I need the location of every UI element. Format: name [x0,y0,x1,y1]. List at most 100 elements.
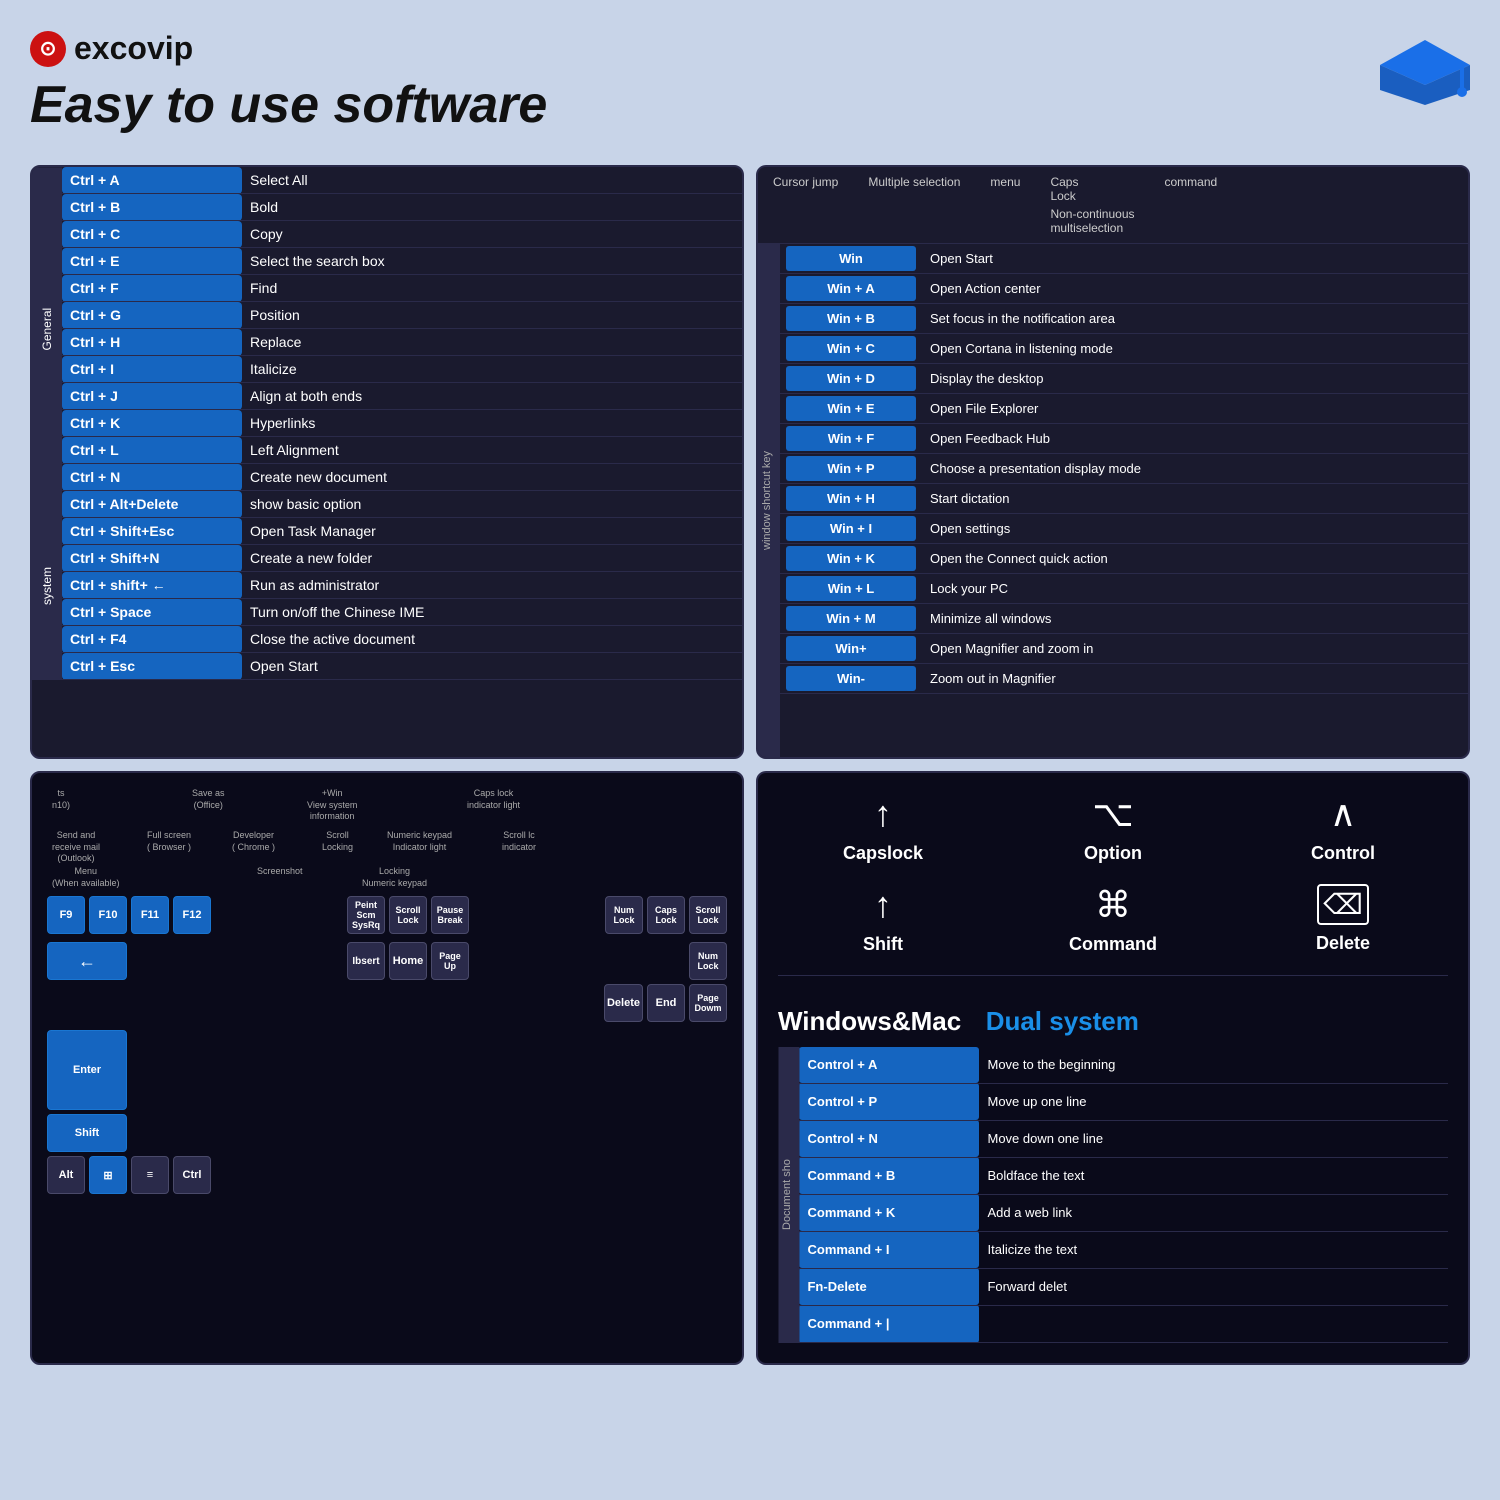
kb-label-win-view: +WinView systeminformation [307,788,357,823]
shortcut-desc: Close the active document [242,626,742,653]
windows-shortcut-panel: Cursor jump Multiple selection menu Caps… [756,165,1470,759]
key-page-down[interactable]: PageDowm [689,984,727,1022]
key-ctrl[interactable]: Ctrl [173,1156,211,1194]
shortcut-key: Ctrl + shift+ ← [62,572,242,599]
shortcut-key: Ctrl + F4 [62,626,242,653]
dual-desc: Italicize the text [979,1231,1448,1268]
win-shortcuts-container: window shortcut key Win Open Start Win +… [758,244,1468,757]
shortcut-row: system Ctrl + Alt+Delete show basic opti… [32,491,742,518]
shortcut-desc: Create new document [242,464,742,491]
mac-key-delete: ⌫ Delete [1238,884,1448,955]
key-win[interactable]: ⊞ [89,1156,127,1194]
shortcut-row: Ctrl + Shift+Esc Open Task Manager [32,518,742,545]
graduation-icon [1380,30,1470,120]
win-key: Win + C [786,336,916,361]
command-symbol: ⌘ [1095,884,1131,926]
shortcut-row: Ctrl + K Hyperlinks [32,410,742,437]
general-section-label: General [32,167,62,491]
key-num-lock2[interactable]: NumLock [689,942,727,980]
dual-desc: Boldface the text [979,1157,1448,1194]
key-caps-lock2[interactable]: CapsLock [647,896,685,934]
shortcut-key: Ctrl + Esc [62,653,242,680]
control-symbol: ∧ [1330,793,1356,835]
shortcut-key: Ctrl + Space [62,599,242,626]
shortcut-row: Ctrl + Esc Open Start [32,653,742,680]
win-desc: Lock your PC [922,576,1468,601]
key-home[interactable]: Home [389,942,427,980]
fn-key-row: F9 F10 F11 F12 PeintScmSysRq ScrollLock … [47,896,727,934]
shortcut-row: Ctrl + Shift+N Create a new folder [32,545,742,572]
dual-desc: Add a web link [979,1194,1448,1231]
win-key: Win + A [786,276,916,301]
win-desc: Open Action center [922,276,1468,301]
command-label: command [1165,175,1218,189]
multiple-selection-label: Multiple selection [868,175,960,189]
key-print-screen[interactable]: PeintScmSysRq [347,896,385,934]
enter-shift-row: Enter [47,1030,727,1110]
win-shortcut-row: Win + F Open Feedback Hub [780,424,1468,454]
shift-symbol: ↑ [874,884,892,926]
shortcut-desc: Select the search box [242,248,742,275]
key-scroll-lock[interactable]: ScrollLock [389,896,427,934]
nav-row-1: ← Ibsert Home PageUp NumLock [47,942,727,980]
shortcut-row: Ctrl + I Italicize [32,356,742,383]
kb-label-mail: Send andreceive mail(Outlook) [52,830,100,865]
win-shortcut-row: Win + H Start dictation [780,484,1468,514]
key-delete[interactable]: Delete [604,984,643,1022]
key-num-lock[interactable]: NumLock [605,896,643,934]
win-key: Win + D [786,366,916,391]
capslock-symbol: ↑ [874,793,892,835]
kb-label-screenshot: Screenshot [257,866,303,878]
dual-system-text: Dual system [986,1006,1139,1036]
logo-row: ⊙ excovip [30,30,547,67]
key-insert[interactable]: Ibsert [347,942,385,980]
key-alt[interactable]: Alt [47,1156,85,1194]
mac-key-command: ⌘ Command [1008,884,1218,955]
dual-key: Command + | [799,1305,979,1342]
key-backspace[interactable]: ← [47,942,127,980]
shortcut-key: Ctrl + C [62,221,242,248]
mac-keys-section: ↑ Capslock ⌥ Option ∧ Control ↑ Shift ⌘ [778,793,1448,976]
shortcut-key: Ctrl + Shift+N [62,545,242,572]
kb-top-labels-area: tsn10) Save as(Office) +WinView systemin… [47,788,727,888]
win-shortcut-row: Win + P Choose a presentation display mo… [780,454,1468,484]
key-enter[interactable]: Enter [47,1030,127,1110]
general-system-panel: General Ctrl + A Select All Ctrl + B Bol… [30,165,744,759]
shortcut-key: Ctrl + I [62,356,242,383]
key-shift[interactable]: Shift [47,1114,127,1152]
win-desc: Zoom out in Magnifier [922,666,1468,691]
shortcut-desc: Position [242,302,742,329]
command-label: Command [1069,934,1157,955]
dual-shortcut-row: Command + K Add a web link [799,1194,1448,1231]
shortcut-desc: Hyperlinks [242,410,742,437]
win-desc: Open Feedback Hub [922,426,1468,451]
nav-row-2: Delete End PageDowm [47,984,727,1022]
shortcut-desc: Run as administrator [242,572,742,599]
key-end[interactable]: End [647,984,685,1022]
key-menu[interactable]: ≡ [131,1156,169,1194]
shortcut-row: Ctrl + B Bold [32,194,742,221]
key-scroll-lock2[interactable]: ScrollLock [689,896,727,934]
win-shortcut-row: Win + A Open Action center [780,274,1468,304]
shortcut-key: Ctrl + Shift+Esc [62,518,242,545]
dual-desc: Move up one line [979,1083,1448,1120]
key-pause-break[interactable]: PauseBreak [431,896,469,934]
shortcut-desc: Replace [242,329,742,356]
shortcut-desc: Italicize [242,356,742,383]
key-f11[interactable]: F11 [131,896,169,934]
logo-text: excovip [74,30,193,67]
key-f12[interactable]: F12 [173,896,211,934]
shortcut-key: Ctrl + Alt+Delete [62,491,242,518]
shortcut-row: Ctrl + F Find [32,275,742,302]
shortcut-row: Ctrl + L Left Alignment [32,437,742,464]
win-desc: Set focus in the notification area [922,306,1468,331]
shortcut-key: Ctrl + A [62,167,242,194]
keyboard-diagram-panel: tsn10) Save as(Office) +WinView systemin… [30,771,744,1365]
key-page-up[interactable]: PageUp [431,942,469,980]
key-f9[interactable]: F9 [47,896,85,934]
win-shortcut-row: Win + I Open settings [780,514,1468,544]
shortcut-desc: Open Start [242,653,742,680]
shortcut-row: Ctrl + C Copy [32,221,742,248]
win-desc: Open Cortana in listening mode [922,336,1468,361]
key-f10[interactable]: F10 [89,896,127,934]
